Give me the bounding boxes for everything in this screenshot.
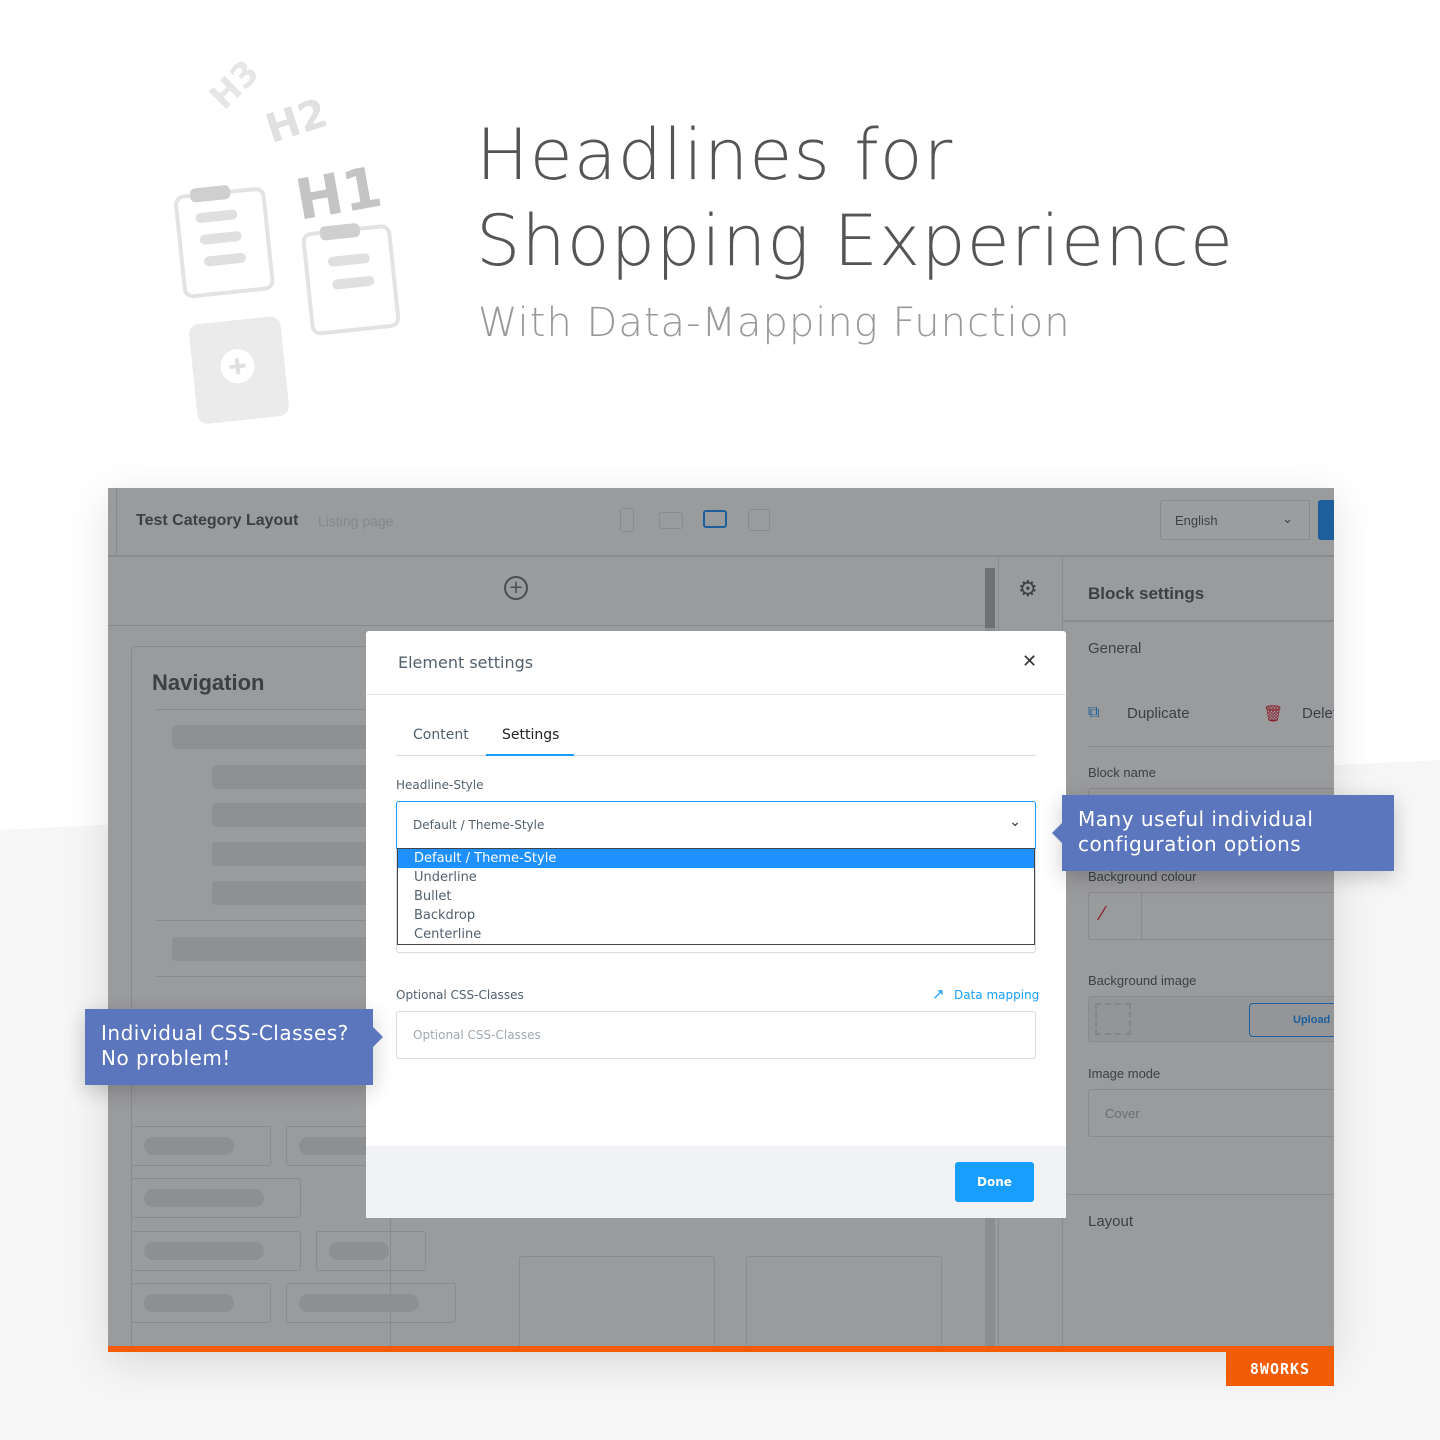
option-default[interactable]: Default / Theme-Style	[414, 851, 556, 866]
svg-text:H3: H3	[202, 52, 267, 117]
brand-bar	[108, 1346, 1334, 1352]
trash-icon: 🗑	[1263, 706, 1284, 723]
add-block-icon[interactable]: +	[504, 576, 528, 600]
element-settings-modal: Element settings ✕ Content Settings Head…	[366, 631, 1066, 1218]
duplicate-icon: ⧉	[1088, 704, 1100, 721]
language-select[interactable]: English ⌄	[1160, 500, 1310, 540]
data-mapping-link[interactable]: Data mapping	[954, 988, 1039, 1002]
headline-style-value: Default / Theme-Style	[413, 818, 545, 832]
block-settings-title: Block settings	[1088, 584, 1205, 603]
option-bullet[interactable]: Bullet	[414, 889, 451, 904]
tablet-view-icon[interactable]	[659, 512, 683, 529]
headline-style-label: Headline-Style	[396, 778, 484, 792]
background-colour-label: Background colour	[1088, 869, 1197, 884]
tab-content[interactable]: Content	[413, 727, 469, 743]
upload-button[interactable]: Upload	[1249, 1003, 1334, 1037]
callout-line: No problem!	[101, 1046, 231, 1070]
hero-title-line2: Shopping Experience	[476, 200, 1234, 282]
css-classes-label: Optional CSS-Classes	[396, 988, 524, 1002]
desktop-view-icon[interactable]	[703, 510, 727, 528]
hero-title: Headlines for Shopping Experience	[476, 112, 1234, 284]
delete-button[interactable]: Delete	[1302, 705, 1334, 722]
product-card	[746, 1256, 942, 1352]
mobile-view-icon[interactable]	[620, 508, 634, 532]
duplicate-button[interactable]: Duplicate	[1127, 705, 1190, 722]
save-button[interactable]	[1318, 500, 1334, 540]
callout-line: configuration options	[1078, 832, 1302, 856]
css-classes-input[interactable]: Optional CSS-Classes	[396, 1011, 1036, 1059]
active-tab-indicator	[486, 754, 574, 756]
layout-subtitle: Listing page	[318, 513, 394, 529]
modal-title: Element settings	[398, 653, 534, 672]
external-link-icon: ↗	[932, 985, 945, 1003]
chevron-down-icon: ⌄	[1009, 814, 1021, 830]
list-view-icon[interactable]	[748, 509, 770, 531]
product-card	[519, 1256, 715, 1352]
hero-subtitle: With Data-Mapping Function	[478, 300, 1071, 346]
filter-select[interactable]	[131, 1231, 301, 1271]
callout-line: Individual CSS-Classes?	[101, 1021, 349, 1045]
chevron-down-icon: ⌄	[1282, 511, 1293, 526]
background-image-label: Background image	[1088, 973, 1197, 988]
svg-text:H1: H1	[291, 155, 387, 234]
headline-style-select[interactable]: Default / Theme-Style ⌄	[396, 801, 1036, 849]
callout-configuration: Many useful individual configuration opti…	[1052, 795, 1394, 871]
image-mode-select[interactable]: Cover	[1088, 1089, 1334, 1137]
language-value: English	[1175, 513, 1218, 528]
headline-illustration: H3 H2 H1	[174, 52, 401, 424]
image-mode-label: Image mode	[1088, 1066, 1161, 1081]
svg-text:H2: H2	[260, 90, 333, 153]
general-section[interactable]: General	[1088, 640, 1141, 657]
hero-title-line1: Headlines for	[476, 114, 954, 196]
filter-select[interactable]	[316, 1231, 426, 1271]
headline-style-options: Default / Theme-Style Underline Bullet B…	[397, 848, 1035, 945]
block-name-label: Block name	[1088, 765, 1156, 780]
gear-icon[interactable]: ⚙	[1018, 576, 1038, 602]
navigation-title: Navigation	[152, 670, 265, 695]
option-centerline[interactable]: Centerline	[414, 927, 481, 942]
image-mode-value: Cover	[1105, 1106, 1140, 1121]
tab-settings[interactable]: Settings	[502, 727, 559, 743]
layout-title: Test Category Layout	[136, 512, 299, 529]
css-classes-placeholder: Optional CSS-Classes	[413, 1028, 541, 1042]
image-placeholder-icon	[1095, 1003, 1131, 1035]
callout-line: Many useful individual	[1078, 807, 1314, 831]
option-backdrop[interactable]: Backdrop	[414, 908, 475, 923]
layout-section[interactable]: Layout	[1088, 1213, 1133, 1230]
filter-select[interactable]	[131, 1178, 301, 1218]
callout-css-classes: Individual CSS-Classes? No problem!	[85, 1009, 383, 1085]
close-icon[interactable]: ✕	[1022, 651, 1037, 672]
filter-select[interactable]	[131, 1126, 271, 1166]
brand-logo: 8WORKS	[1226, 1352, 1334, 1386]
option-underline[interactable]: Underline	[414, 870, 477, 885]
done-button[interactable]: Done	[955, 1162, 1034, 1202]
filter-select[interactable]	[286, 1283, 456, 1323]
no-color-icon: ⁄	[1101, 903, 1105, 925]
filter-select[interactable]	[131, 1283, 271, 1323]
background-colour-input[interactable]: ⁄	[1088, 892, 1334, 940]
